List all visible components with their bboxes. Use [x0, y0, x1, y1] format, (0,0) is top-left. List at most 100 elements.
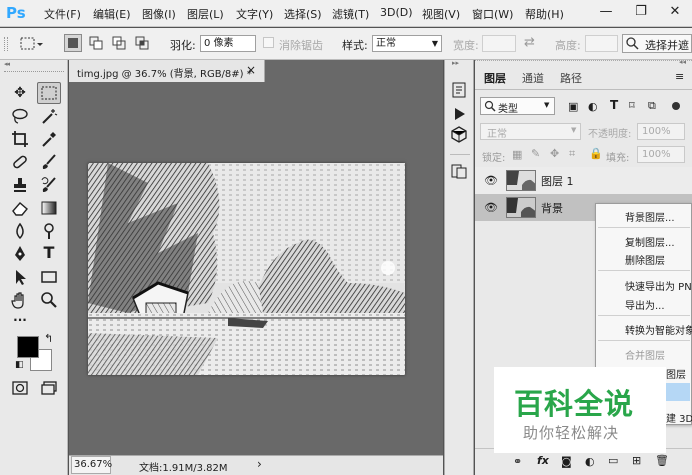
blur-tool-icon[interactable]	[10, 221, 30, 241]
zoom-level-field[interactable]: 36.67%	[71, 456, 112, 474]
hand-tool-icon[interactable]	[10, 290, 30, 310]
eye-icon[interactable]: 👁	[484, 174, 498, 187]
layer-filter-select[interactable]: 类型 ▼	[480, 97, 555, 115]
blend-mode-select[interactable]: 正常 ▼	[480, 123, 581, 140]
gradient-tool-icon[interactable]	[39, 198, 59, 218]
path-selection-tool-icon[interactable]	[10, 267, 30, 287]
more-tools-icon[interactable]: ···	[10, 310, 30, 330]
tab-layers[interactable]: 图层	[484, 70, 506, 86]
history-brush-tool-icon[interactable]	[39, 175, 59, 195]
eraser-tool-icon[interactable]	[10, 198, 30, 218]
menu-type[interactable]: 文字(Y)	[236, 6, 273, 22]
clone-stamp-tool-icon[interactable]	[10, 175, 30, 195]
filter-type-icon[interactable]: T	[610, 98, 618, 112]
filter-pixel-icon[interactable]: ▣	[568, 100, 578, 113]
marquee-preset-picker[interactable]	[18, 35, 44, 53]
eyedropper-tool-icon[interactable]	[39, 129, 59, 149]
type-tool-icon[interactable]: T	[39, 243, 59, 263]
menu-item-delete-layer[interactable]: 删除图层	[625, 252, 665, 267]
swap-colors-icon[interactable]: ↰	[44, 332, 53, 345]
menu-select[interactable]: 选择(S)	[284, 6, 322, 22]
fx-icon[interactable]: fx	[537, 454, 549, 467]
close-window-button[interactable]: ✕	[661, 2, 689, 22]
3d-panel-icon[interactable]	[449, 124, 469, 144]
fill-input[interactable]: 100%	[637, 146, 685, 163]
properties-panel-icon[interactable]	[449, 161, 469, 181]
status-menu-arrow-icon[interactable]: ›	[257, 457, 262, 471]
swap-icon[interactable]: ⇄	[524, 35, 535, 50]
adjustment-icon[interactable]: ◐	[585, 455, 595, 468]
height-input[interactable]	[585, 35, 618, 52]
image-canvas[interactable]	[88, 163, 405, 375]
history-panel-icon[interactable]	[449, 80, 469, 100]
filter-shape-icon[interactable]: ⌑	[629, 99, 635, 112]
default-colors-icon[interactable]: ◧	[15, 360, 24, 370]
select-and-mask-button[interactable]: 选择并遮	[622, 34, 692, 53]
restore-button[interactable]: ❐	[627, 2, 655, 22]
brush-tool-icon[interactable]	[39, 152, 59, 172]
width-input[interactable]	[482, 35, 516, 52]
opacity-input[interactable]: 100%	[637, 123, 685, 140]
lock-artboard-icon[interactable]: ⌗	[569, 147, 575, 161]
antialias-checkbox[interactable]	[263, 37, 274, 48]
quick-mask-icon[interactable]	[10, 378, 30, 398]
menu-3d[interactable]: 3D(D)	[380, 6, 413, 19]
collapse-panel-icon[interactable]: ◂◂	[679, 58, 686, 66]
menu-item-merge-layers[interactable]: 合并图层	[625, 347, 665, 362]
grip-handle[interactable]	[4, 37, 8, 51]
zoom-tool-icon[interactable]	[39, 290, 59, 310]
add-selection-button[interactable]	[87, 34, 105, 52]
feather-input[interactable]: 0 像素	[200, 35, 256, 52]
eye-icon[interactable]: 👁	[484, 201, 498, 214]
menu-layer[interactable]: 图层(L)	[187, 6, 224, 22]
new-selection-button[interactable]	[64, 34, 82, 52]
rectangle-tool-icon[interactable]	[39, 267, 59, 287]
lock-image-icon[interactable]: ✎	[531, 147, 540, 160]
filter-adjustment-icon[interactable]: ◐	[588, 100, 598, 113]
menu-image[interactable]: 图像(I)	[142, 6, 176, 22]
menu-edit[interactable]: 编辑(E)	[93, 6, 131, 22]
healing-brush-tool-icon[interactable]	[10, 152, 30, 172]
layer-name[interactable]: 背景	[541, 200, 563, 216]
rect-marquee-tool-icon[interactable]	[37, 82, 61, 104]
lock-all-icon[interactable]: 🔒	[589, 147, 603, 160]
tab-channels[interactable]: 通道	[522, 70, 544, 86]
folder-icon[interactable]: ▭	[608, 454, 618, 467]
new-layer-icon[interactable]: ⊞	[632, 454, 641, 467]
menu-item-flatten[interactable]: 图层	[666, 366, 686, 381]
menu-view[interactable]: 视图(V)	[422, 6, 460, 22]
screen-mode-icon[interactable]	[39, 378, 59, 398]
lock-transparent-icon[interactable]: ▦	[512, 148, 522, 161]
expand-panels-icon[interactable]: ▸▸	[452, 59, 459, 67]
layer-row[interactable]: 👁 图层 1	[475, 167, 692, 194]
menu-item-convert-smart-object[interactable]: 转换为智能对象	[625, 322, 692, 337]
toolbox-grip[interactable]	[4, 71, 64, 74]
menu-filter[interactable]: 滤镜(T)	[332, 6, 369, 22]
minimize-button[interactable]: —	[592, 2, 620, 22]
document-tab[interactable]: timg.jpg @ 36.7% (背景, RGB/8#) * ×	[69, 60, 265, 82]
menu-item-quick-export[interactable]: 快速导出为 PN	[625, 278, 692, 293]
panel-grip[interactable]	[475, 60, 692, 63]
trash-icon[interactable]: 🗑	[655, 454, 669, 467]
menu-window[interactable]: 窗口(W)	[472, 6, 513, 22]
magic-wand-tool-icon[interactable]	[39, 106, 59, 126]
dodge-tool-icon[interactable]	[39, 221, 59, 241]
pen-tool-icon[interactable]	[10, 244, 30, 264]
filter-smart-object-icon[interactable]: ⧉	[648, 99, 656, 113]
intersect-selection-button[interactable]	[133, 34, 151, 52]
style-select[interactable]: 正常 ▼	[372, 35, 442, 52]
menu-item-new-3d[interactable]: 建 3D	[666, 410, 692, 425]
foreground-color-swatch[interactable]	[17, 336, 39, 358]
layer-name[interactable]: 图层 1	[541, 173, 574, 189]
menu-item-duplicate-layer[interactable]: 复制图层...	[625, 234, 675, 249]
play-action-icon[interactable]	[449, 104, 469, 124]
menu-item-background-layer[interactable]: 背景图层...	[625, 209, 675, 224]
lock-position-icon[interactable]: ✥	[550, 147, 559, 160]
subtract-selection-button[interactable]	[110, 34, 128, 52]
tab-paths[interactable]: 路径	[560, 70, 582, 86]
menu-item-export-as[interactable]: 导出为...	[625, 297, 665, 312]
panel-menu-icon[interactable]: ≡	[675, 70, 684, 83]
close-tab-icon[interactable]: ×	[246, 63, 256, 77]
move-tool-icon[interactable]: ✥	[10, 83, 30, 103]
menu-file[interactable]: 文件(F)	[44, 6, 81, 22]
